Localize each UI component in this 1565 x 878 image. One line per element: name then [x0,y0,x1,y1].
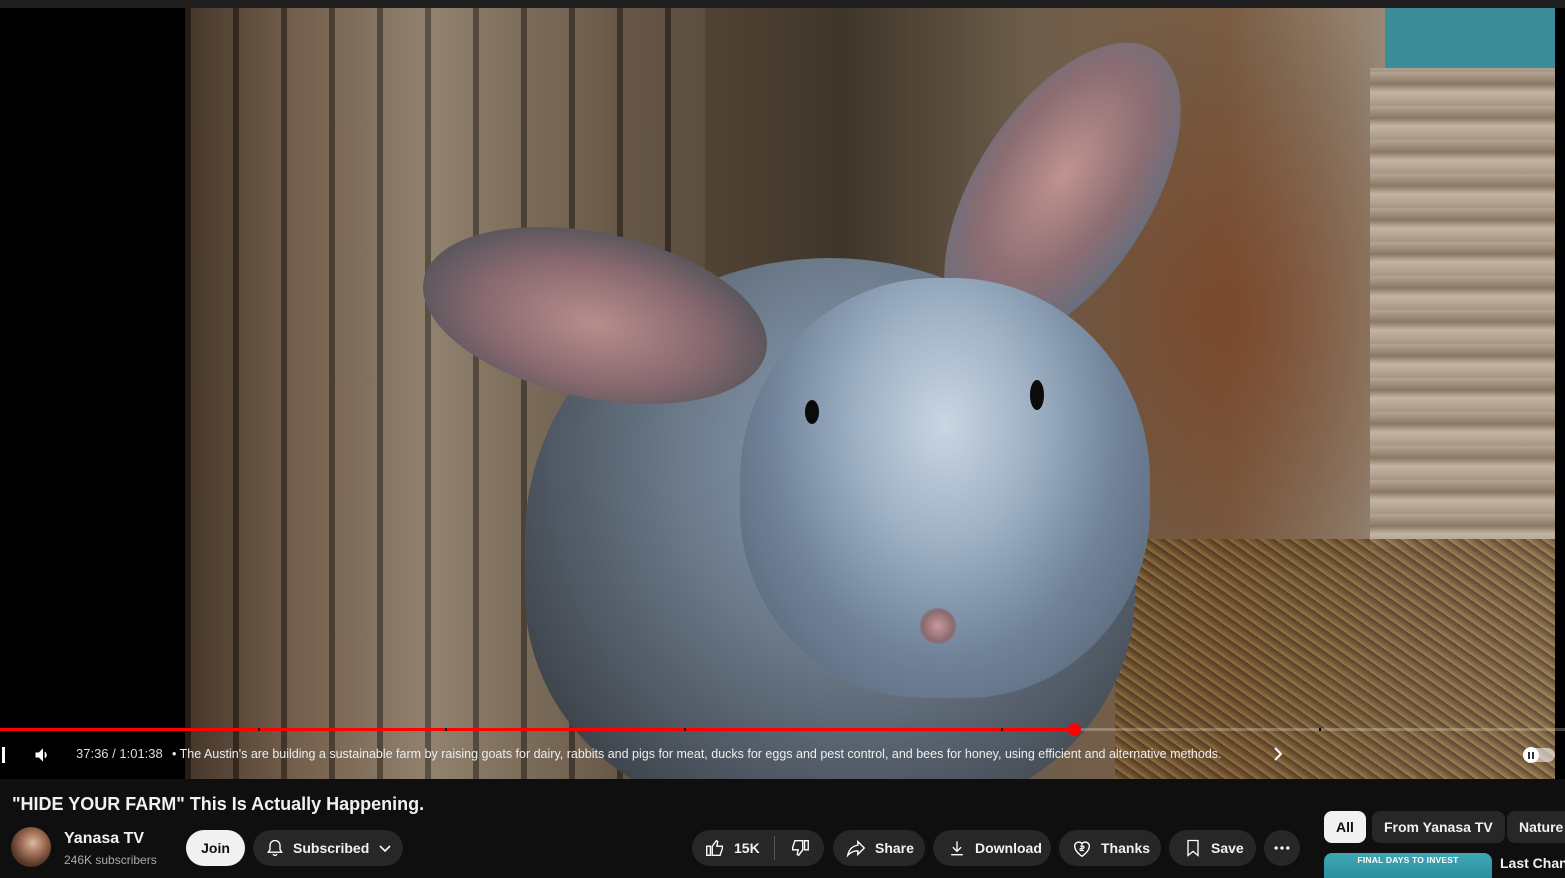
chapter-marker [1001,728,1003,731]
chapter-marker [445,728,447,731]
thumbs-up-icon[interactable] [704,837,726,859]
thanks-button[interactable]: Thanks [1059,830,1161,866]
corrugated-metal [1370,68,1555,548]
progress-played [0,728,1075,731]
chip-from-channel[interactable]: From Yanasa TV [1372,811,1505,843]
channel-name[interactable]: Yanasa TV [64,830,144,848]
chapter-marker [258,728,260,731]
bell-icon [267,839,283,857]
like-divider [773,836,775,860]
rabbit-right-eye [1030,380,1044,410]
chip-all[interactable]: All [1324,811,1366,843]
recommended-thumbnail[interactable]: FINAL DAYS TO INVEST [1324,853,1492,878]
chapter-description: The Austin's are building a sustainable … [179,747,1222,761]
chapter-title[interactable]: • The Austin's are building a sustainabl… [172,747,1222,761]
thumbs-down-icon[interactable] [789,837,811,859]
time-display: 37:36 / 1:01:38 [76,746,163,761]
pause-icon [1523,747,1539,763]
video-player[interactable]: 37:36 / 1:01:38 • The Austin's are build… [0,8,1565,779]
more-actions-button[interactable] [1264,830,1300,866]
chapter-marker [1319,728,1321,731]
save-button[interactable]: Save [1169,830,1256,866]
subscribed-label: Subscribed [293,840,370,856]
volume-icon[interactable] [32,745,54,765]
download-icon [951,841,963,856]
share-icon [846,839,866,858]
like-dislike-group: 15K [692,830,824,866]
download-button[interactable]: Download [933,830,1051,866]
video-frame[interactable] [185,8,1555,779]
rabbit-left-eye [805,400,819,424]
rabbit-nose [920,608,956,644]
player-controls: 37:36 / 1:01:38 • The Austin's are build… [0,740,1565,770]
save-label: Save [1211,840,1244,856]
video-title: "HIDE YOUR FARM" This Is Actually Happen… [12,794,425,814]
channel-avatar[interactable] [11,827,51,867]
thanks-icon [1073,841,1091,858]
more-icon [1274,846,1290,850]
bookmark-icon [1187,839,1199,857]
progress-bar[interactable] [0,723,1565,736]
top-bar [0,0,1565,8]
subscriber-count: 246K subscribers [64,853,157,867]
thanks-label: Thanks [1101,840,1151,856]
share-label: Share [875,840,914,856]
thumbnail-text: FINAL DAYS TO INVEST [1357,855,1459,865]
download-label: Download [975,840,1042,856]
chevron-right-icon[interactable] [1272,745,1284,763]
teal-panel [1385,8,1555,70]
chapter-bullet: • [172,747,177,761]
autoplay-toggle[interactable] [1523,747,1555,763]
share-button[interactable]: Share [833,830,925,866]
chapter-marker [684,728,686,731]
join-button[interactable]: Join [186,830,245,866]
recommended-title[interactable]: Last Chanc [1500,855,1565,871]
subscribed-button[interactable]: Subscribed [253,830,403,866]
next-button-edge[interactable] [2,747,5,763]
like-count[interactable]: 15K [734,840,760,856]
chevron-down-icon [379,845,391,853]
chip-nature[interactable]: Nature [1507,811,1565,843]
